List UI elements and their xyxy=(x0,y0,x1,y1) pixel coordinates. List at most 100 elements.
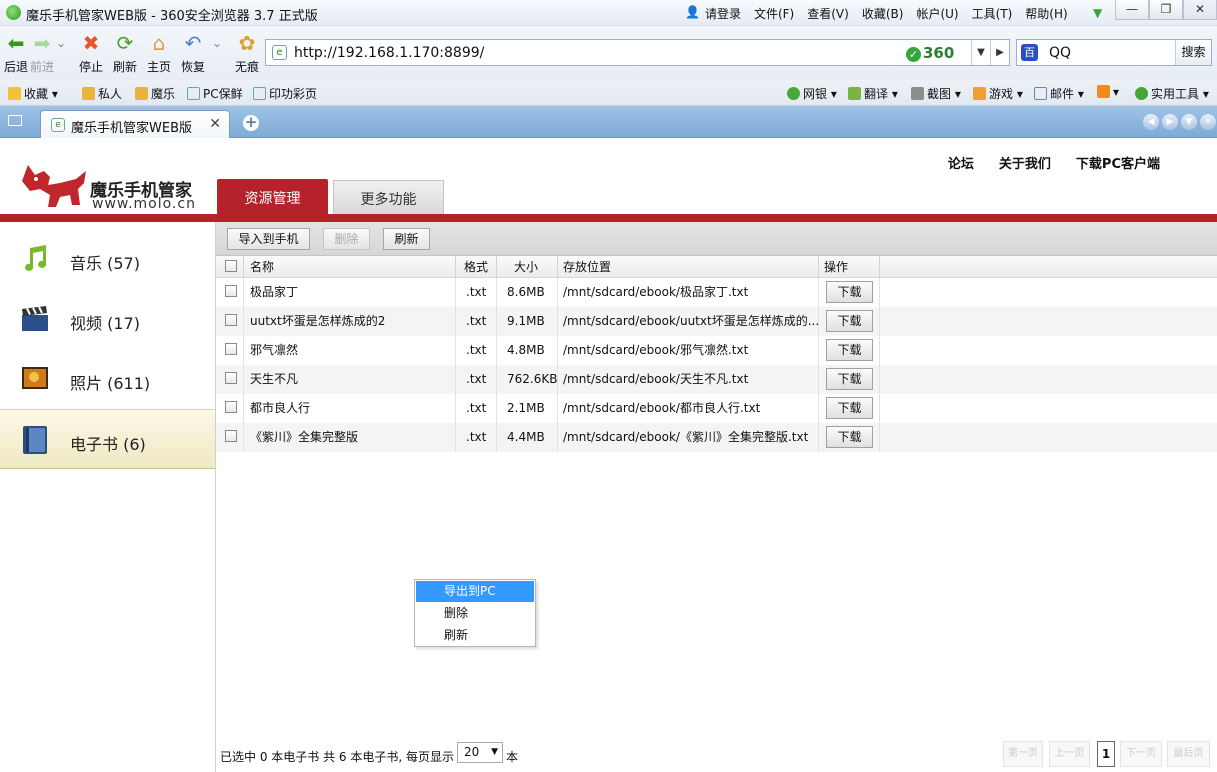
star-icon xyxy=(8,87,21,100)
select-all-checkbox[interactable] xyxy=(225,260,237,272)
per-page-select[interactable]: 20 ▼ xyxy=(457,742,503,763)
folder-icon xyxy=(82,87,95,100)
col-format[interactable]: 格式 xyxy=(456,256,497,277)
restore-button[interactable]: ↶ 恢复 xyxy=(180,30,206,75)
scissors-icon xyxy=(911,87,924,100)
search-engine-icon[interactable]: 百 xyxy=(1021,44,1038,61)
table-row[interactable]: 极品家丁 .txt 8.6MB/mnt/sdcard/ebook/极品家丁.txt 下… xyxy=(216,278,1217,307)
menu-tools[interactable]: 工具(T) xyxy=(972,5,1013,22)
tab-more-features[interactable]: 更多功能 xyxy=(333,180,444,214)
fav-item-pc[interactable]: PC保鲜 xyxy=(187,85,243,102)
menu-file[interactable]: 文件(F) xyxy=(754,5,794,22)
download-button[interactable]: 下载 xyxy=(826,426,873,448)
go-arrow-icon[interactable]: ▶ xyxy=(990,40,1009,65)
first-page-button[interactable]: 第一页 xyxy=(1003,741,1043,767)
row-checkbox[interactable] xyxy=(225,401,237,413)
row-checkbox[interactable] xyxy=(225,372,237,384)
tool-translate[interactable]: 翻译 ▾ xyxy=(848,85,898,102)
tool-mail[interactable]: 邮件 ▾ xyxy=(1034,85,1084,102)
tool-bank[interactable]: 网银 ▾ xyxy=(787,85,837,102)
download-button[interactable]: 下载 xyxy=(826,281,873,303)
row-checkbox[interactable] xyxy=(225,285,237,297)
address-input[interactable]: http://192.168.1.170:8899/ xyxy=(294,45,484,61)
menu-refresh[interactable]: 刷新 xyxy=(416,625,534,646)
tab-close-all-icon[interactable]: ✕ xyxy=(1200,114,1216,130)
new-tab-icon[interactable]: + xyxy=(243,115,259,131)
tab-prev-icon[interactable]: ◀ xyxy=(1143,114,1159,130)
table-row[interactable]: 都市良人行 .txt 2.1MB/mnt/sdcard/ebook/都市良人行.tx… xyxy=(216,394,1217,423)
last-page-button[interactable]: 最后页 xyxy=(1167,741,1210,767)
restore-dropdown-icon[interactable]: ⌄ xyxy=(209,36,225,50)
table-row[interactable]: 《紫川》全集完整版 .txt 4.4MB/mnt/sdcard/ebook/《紫川》… xyxy=(216,423,1217,452)
forum-link[interactable]: 论坛 xyxy=(948,153,974,172)
menu-export-to-pc[interactable]: 导出到PC xyxy=(416,581,534,602)
logo-url: www.molo.cn xyxy=(92,196,196,212)
login-link[interactable]: 请登录 xyxy=(705,5,741,22)
current-page[interactable]: 1 xyxy=(1097,741,1115,767)
close-window-button[interactable]: ✕ xyxy=(1183,0,1217,20)
context-menu: 导出到PC 删除 刷新 xyxy=(414,579,536,647)
tab-resource-management[interactable]: 资源管理 xyxy=(217,179,328,214)
tab-list-icon[interactable]: ▼ xyxy=(1181,114,1197,130)
skin-shirt-icon[interactable]: ▼ xyxy=(1093,6,1102,20)
address-bar[interactable]: e http://192.168.1.170:8899/ ✓ 360 ▼ ▶ xyxy=(265,39,1010,66)
forward-button[interactable]: ➡ 前进 xyxy=(28,30,56,75)
download-client-link[interactable]: 下载PC客户端 xyxy=(1076,153,1160,172)
menu-delete[interactable]: 删除 xyxy=(416,603,534,624)
download-button[interactable]: 下载 xyxy=(826,397,873,419)
table-row[interactable]: 邪气凛然 .txt 4.8MB/mnt/sdcard/ebook/邪气凛然.txt 下… xyxy=(216,336,1217,365)
sidebar-toggle-icon[interactable] xyxy=(8,115,22,126)
next-page-button[interactable]: 下一页 xyxy=(1120,741,1162,767)
fav-item-molo[interactable]: 魔乐 xyxy=(135,85,175,102)
col-size[interactable]: 大小 xyxy=(497,256,558,277)
download-button[interactable]: 下载 xyxy=(826,368,873,390)
fav-item-print[interactable]: 印功彩页 xyxy=(253,85,317,102)
tab-close-icon[interactable]: ✕ xyxy=(209,116,221,132)
tool-group[interactable]: ▾ xyxy=(1097,85,1119,99)
menu-help[interactable]: 帮助(H) xyxy=(1025,5,1067,22)
minimize-button[interactable]: — xyxy=(1115,0,1149,20)
search-input[interactable]: QQ xyxy=(1049,45,1071,61)
download-button[interactable]: 下载 xyxy=(826,310,873,332)
col-name[interactable]: 名称 xyxy=(244,256,456,277)
window-controls: — ❐ ✕ xyxy=(1115,0,1217,20)
tab-next-icon[interactable]: ▶ xyxy=(1162,114,1178,130)
download-button[interactable]: 下载 xyxy=(826,339,873,361)
table-row[interactable]: uutxt坏蛋是怎样炼成的2 .txt 9.1MB/mnt/sdcard/ebook… xyxy=(216,307,1217,336)
about-link[interactable]: 关于我们 xyxy=(999,153,1051,172)
row-checkbox[interactable] xyxy=(225,314,237,326)
favorites-bar: 收藏 ▾ 私人 魔乐 PC保鲜 印功彩页 网银 ▾ 翻译 ▾ 截图 ▾ 游戏 ▾… xyxy=(0,80,1217,106)
menu-favorites[interactable]: 收藏(B) xyxy=(862,5,904,22)
sidebar-item-photos[interactable]: 照片 (611) xyxy=(0,349,215,409)
delete-button[interactable]: 删除 xyxy=(323,228,370,250)
row-checkbox[interactable] xyxy=(225,430,237,442)
menu-view[interactable]: 查看(V) xyxy=(807,5,849,22)
sidebar-item-ebooks[interactable]: 电子书 (6) xyxy=(0,409,215,469)
home-button[interactable]: ⌂ 主页 xyxy=(146,30,172,75)
menu-account[interactable]: 帐户(U) xyxy=(916,5,958,22)
sidebar-item-label: 音乐 (57) xyxy=(70,254,140,273)
table-row[interactable]: 天生不凡 .txt 762.6KB/mnt/sdcard/ebook/天生不凡.tx… xyxy=(216,365,1217,394)
refresh-button[interactable]: ⟳ 刷新 xyxy=(112,30,138,75)
tab-molo-web[interactable]: e 魔乐手机管家WEB版 ✕ xyxy=(40,110,230,138)
history-dropdown-icon[interactable]: ⌄ xyxy=(53,36,69,50)
stop-button[interactable]: ✖ 停止 xyxy=(78,30,104,75)
tool-games[interactable]: 游戏 ▾ xyxy=(973,85,1023,102)
refresh-list-button[interactable]: 刷新 xyxy=(383,228,430,250)
favorites-menu[interactable]: 收藏 ▾ xyxy=(8,85,58,102)
sidebar-item-music[interactable]: 音乐 (57) xyxy=(0,229,215,289)
incognito-button[interactable]: ✿ 无痕 xyxy=(234,30,260,75)
import-to-phone-button[interactable]: 导入到手机 xyxy=(227,228,310,250)
tool-utilities[interactable]: 实用工具 ▾ xyxy=(1135,85,1209,102)
refresh-icon: ⟳ xyxy=(116,31,134,55)
col-location[interactable]: 存放位置 xyxy=(558,256,819,277)
row-checkbox[interactable] xyxy=(225,343,237,355)
prev-page-button[interactable]: 上一页 xyxy=(1049,741,1090,767)
address-dropdown-icon[interactable]: ▼ xyxy=(971,40,990,65)
back-button[interactable]: ⬅ 后退 xyxy=(2,30,30,75)
search-button[interactable]: 搜索 xyxy=(1175,40,1211,65)
sidebar-item-video[interactable]: 视频 (17) xyxy=(0,289,215,349)
maximize-button[interactable]: ❐ xyxy=(1149,0,1183,20)
fav-item-private[interactable]: 私人 xyxy=(82,85,122,102)
tool-screenshot[interactable]: 截图 ▾ xyxy=(911,85,961,102)
